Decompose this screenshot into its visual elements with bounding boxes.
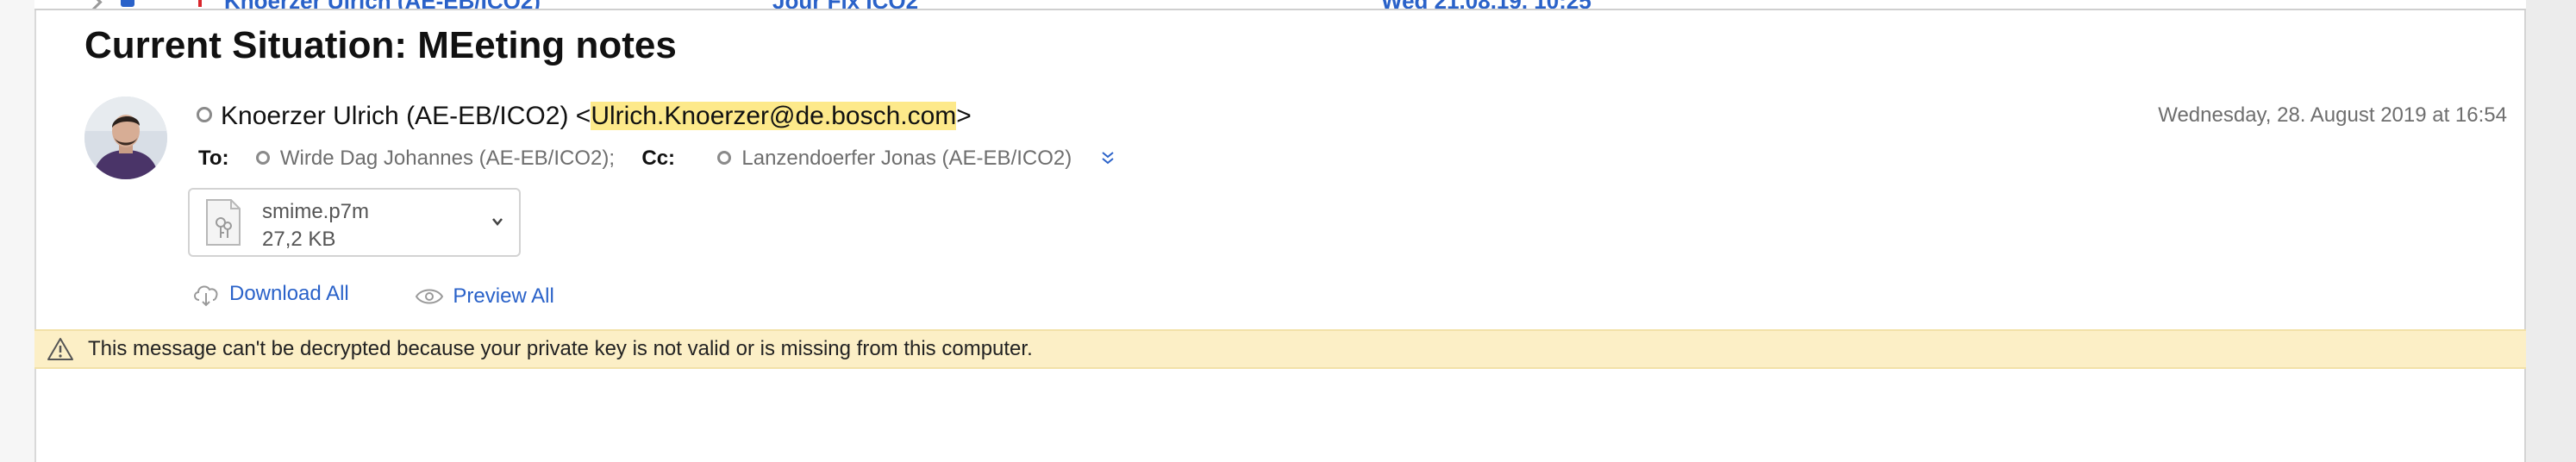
from-email[interactable]: Ulrich.Knoerzer@de.bosch.com bbox=[591, 102, 957, 130]
top-row-sender: Knoerzer Ulrich (AE-EB/ICO2) bbox=[224, 0, 541, 9]
chevron-right-icon bbox=[81, 0, 103, 9]
attachment-card[interactable]: smime.p7m 27,2 KB bbox=[188, 188, 521, 257]
chevron-down-icon[interactable] bbox=[488, 212, 507, 231]
cloud-download-icon bbox=[194, 285, 218, 307]
to-label: To: bbox=[198, 147, 229, 170]
person-photo-icon bbox=[84, 97, 167, 179]
top-row-subject: Jour Fix ICO2 bbox=[772, 0, 918, 9]
download-all-label: Download All bbox=[229, 282, 349, 305]
avatar bbox=[84, 97, 167, 179]
window-right-edge bbox=[2524, 0, 2576, 462]
flag-icon bbox=[198, 0, 202, 7]
preview-all-button[interactable]: Preview All bbox=[415, 284, 554, 309]
download-all-button[interactable]: Download All bbox=[191, 281, 349, 307]
to-recipient[interactable]: Wirde Dag Johannes (AE-EB/ICO2); bbox=[280, 147, 615, 170]
presence-status-icon bbox=[717, 150, 732, 165]
cc-recipient[interactable]: Lanzendoerfer Jonas (AE-EB/ICO2) bbox=[741, 147, 1072, 170]
warning-icon bbox=[47, 338, 73, 360]
lt-bracket: < bbox=[575, 102, 591, 130]
encrypted-file-icon bbox=[206, 199, 241, 246]
presence-status-icon bbox=[255, 150, 270, 165]
eye-icon bbox=[416, 289, 444, 304]
expand-recipients-icon[interactable] bbox=[1100, 146, 1116, 168]
preview-all-label: Preview All bbox=[453, 284, 554, 308]
message-list-gutter bbox=[0, 0, 36, 462]
presence-status-icon bbox=[197, 107, 212, 123]
attachment-size: 27,2 KB bbox=[262, 228, 336, 251]
warning-text: This message can't be decrypted because … bbox=[88, 337, 1033, 360]
previous-message-row[interactable]: Knoerzer Ulrich (AE-EB/ICO2) Jour Fix IC… bbox=[34, 0, 2526, 10]
attachment-actions: Download All Preview All bbox=[191, 281, 615, 313]
message-date: Wednesday, 28. August 2019 at 16:54 bbox=[2158, 103, 2507, 127]
recipients-line: To: Wirde Dag Johannes (AE-EB/ICO2); Cc:… bbox=[198, 147, 1116, 171]
from-line: Knoerzer Ulrich (AE-EB/ICO2) <Ulrich.Kno… bbox=[197, 102, 972, 131]
message-subject: Current Situation: MEeting notes bbox=[84, 24, 677, 66]
decryption-warning-bar: This message can't be decrypted because … bbox=[34, 329, 2526, 369]
gt-bracket: > bbox=[956, 102, 972, 130]
cc-label: Cc: bbox=[641, 147, 676, 170]
from-name[interactable]: Knoerzer Ulrich (AE-EB/ICO2) bbox=[221, 102, 568, 130]
unread-dot-icon bbox=[121, 0, 134, 7]
top-row-date: Wed 21.08.19. 10:25 bbox=[1381, 0, 1591, 9]
attachment-name: smime.p7m bbox=[262, 200, 370, 223]
